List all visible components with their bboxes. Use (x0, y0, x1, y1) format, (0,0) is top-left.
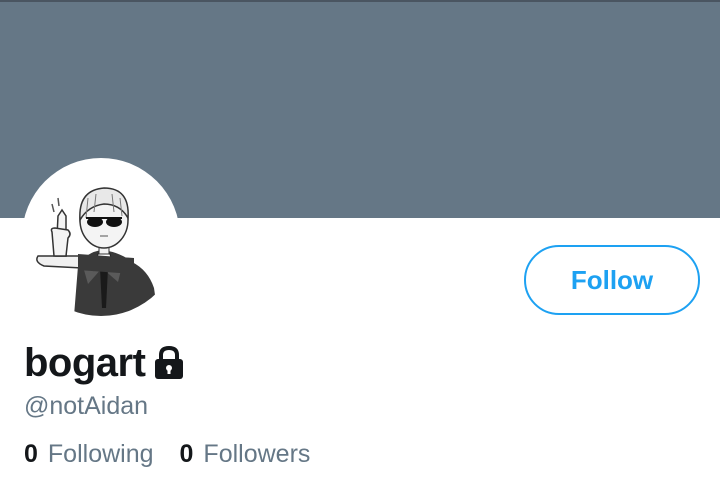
followers-label: Followers (203, 440, 311, 468)
avatar[interactable] (22, 158, 180, 316)
avatar-illustration-icon (36, 187, 158, 316)
followers-stat[interactable]: 0 Followers (180, 440, 311, 469)
followers-count: 0 (179, 440, 194, 468)
profile-stats: 0 Following 0 Followers (24, 440, 336, 469)
display-name: bogart (24, 340, 146, 385)
profile-name-row: bogart (24, 338, 185, 388)
following-stat[interactable]: 0 Following (24, 440, 154, 469)
follow-button[interactable]: Follow (524, 245, 700, 315)
profile-handle: @notAidan (24, 392, 149, 420)
following-label: Following (47, 440, 154, 468)
following-count: 0 (24, 440, 38, 468)
lock-icon (153, 345, 185, 381)
